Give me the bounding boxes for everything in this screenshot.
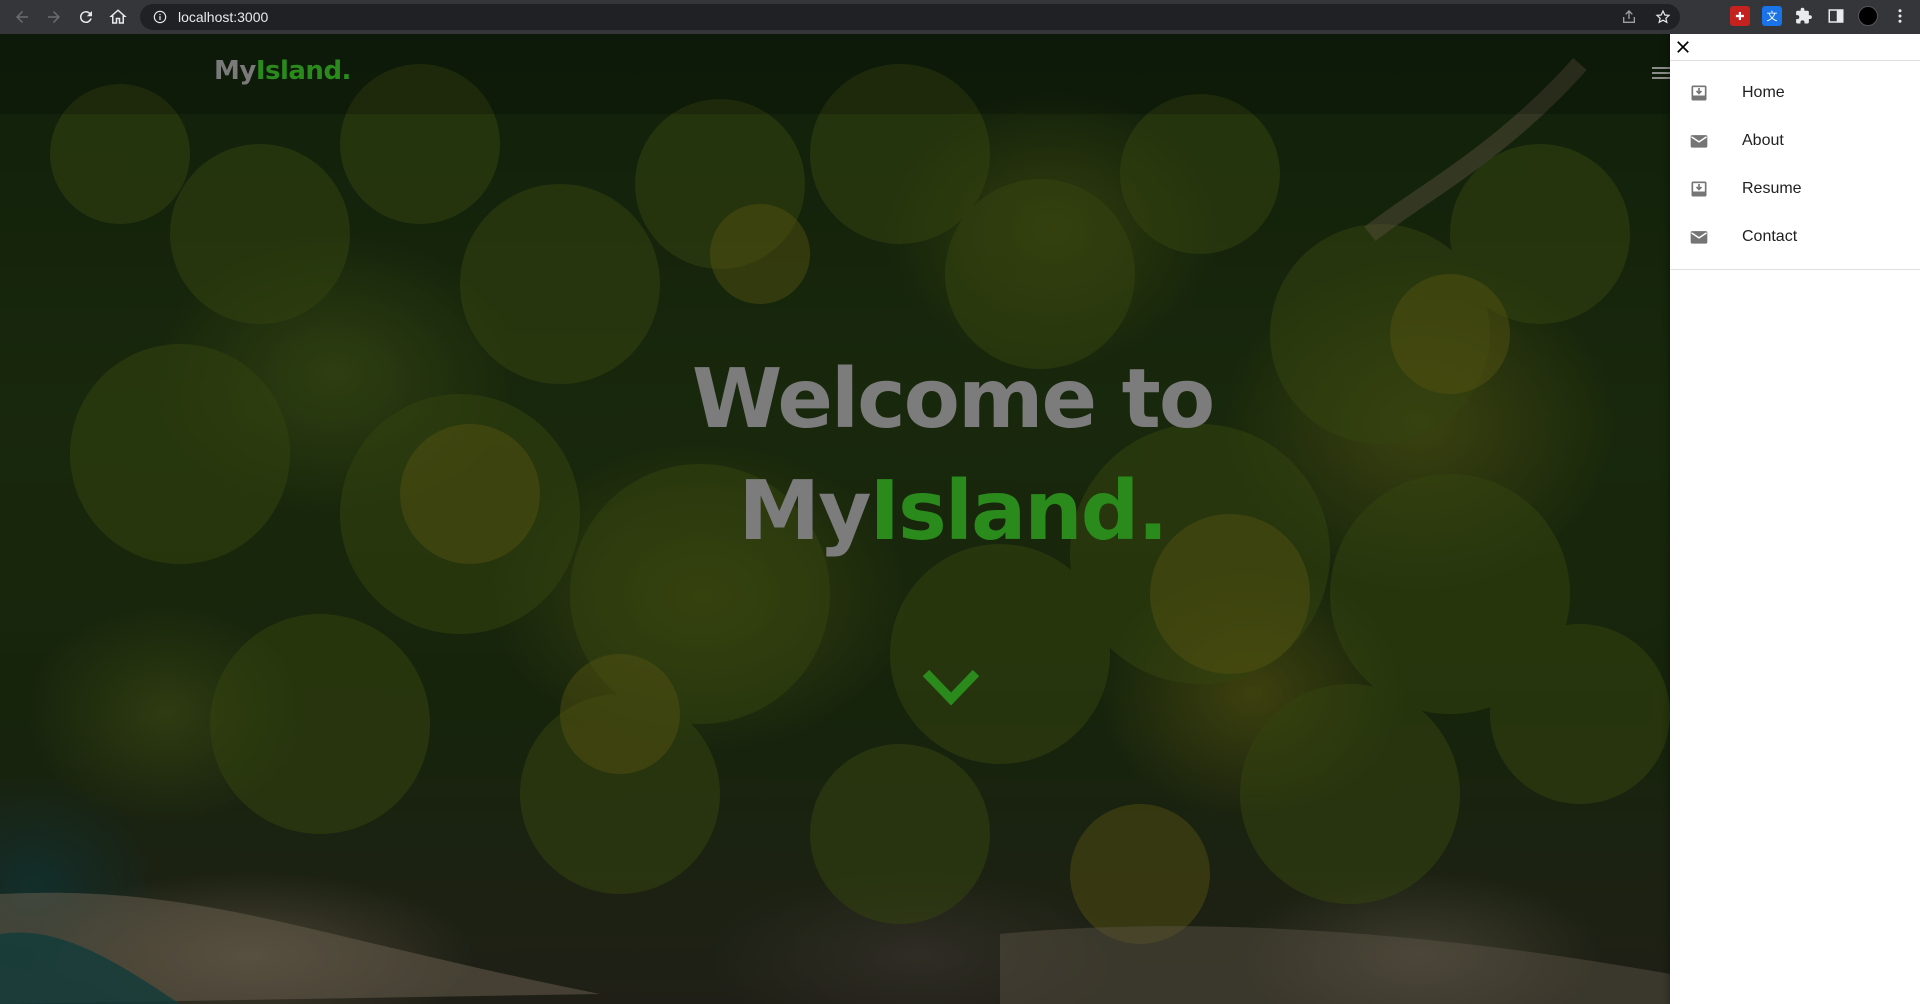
logo-my: My	[214, 56, 256, 86]
page-viewport: MyIsland. Welcome to MyIsland. Home Abou…	[0, 34, 1920, 1004]
drawer-item-about[interactable]: About	[1670, 117, 1920, 165]
site-logo[interactable]: MyIsland.	[214, 56, 351, 86]
drawer-menu: Home About Resume Contact	[1670, 61, 1920, 270]
logo-island: Island.	[255, 56, 352, 86]
puzzle-extensions-icon[interactable]	[1794, 6, 1814, 26]
side-panel-icon[interactable]	[1826, 6, 1846, 26]
drawer-item-label: Home	[1742, 84, 1785, 101]
inbox-download-icon	[1688, 82, 1710, 104]
browser-menu-icon[interactable]	[1890, 6, 1910, 26]
forward-arrow-icon	[48, 11, 60, 23]
reload-button[interactable]	[70, 1, 102, 33]
hero-title-line1: Welcome to	[691, 352, 1215, 447]
hero-title-island: Island.	[869, 464, 1169, 559]
drawer-item-label: About	[1742, 132, 1784, 149]
reload-icon	[79, 11, 92, 24]
hero-title-my: My	[738, 464, 871, 559]
inbox-download-icon	[1688, 178, 1710, 200]
share-icon[interactable]	[1620, 8, 1638, 26]
address-bar[interactable]: localhost:3000	[140, 4, 1680, 30]
top-navbar: MyIsland.	[0, 34, 1670, 114]
url-text: localhost:3000	[178, 9, 269, 25]
profile-avatar-icon[interactable]	[1858, 6, 1878, 26]
hamburger-menu-icon[interactable]	[1652, 67, 1670, 83]
home-button[interactable]	[102, 1, 134, 33]
site-info-icon[interactable]	[152, 9, 168, 25]
drawer-item-home[interactable]: Home	[1670, 69, 1920, 117]
drawer-item-label: Contact	[1742, 228, 1798, 245]
browser-toolbar: localhost:3000 ✚ 文	[0, 0, 1920, 34]
close-icon[interactable]	[1672, 36, 1694, 58]
drawer-header	[1670, 34, 1920, 61]
bookmark-star-icon[interactable]	[1654, 8, 1672, 26]
back-button[interactable]	[6, 1, 38, 33]
hero-title-line2: MyIsland.	[0, 464, 1905, 559]
drawer-item-resume[interactable]: Resume	[1670, 165, 1920, 213]
mail-icon	[1688, 226, 1710, 248]
mail-icon	[1688, 130, 1710, 152]
home-icon	[109, 9, 127, 24]
side-drawer: Home About Resume Contact	[1670, 34, 1920, 1004]
scroll-down-chevron-icon[interactable]	[922, 667, 980, 707]
back-arrow-icon	[16, 11, 28, 23]
translate-extension-icon[interactable]: 文	[1762, 6, 1782, 26]
forward-button[interactable]	[38, 1, 70, 33]
extension-red-icon[interactable]: ✚	[1730, 6, 1750, 26]
drawer-item-label: Resume	[1742, 180, 1802, 197]
drawer-item-contact[interactable]: Contact	[1670, 213, 1920, 261]
